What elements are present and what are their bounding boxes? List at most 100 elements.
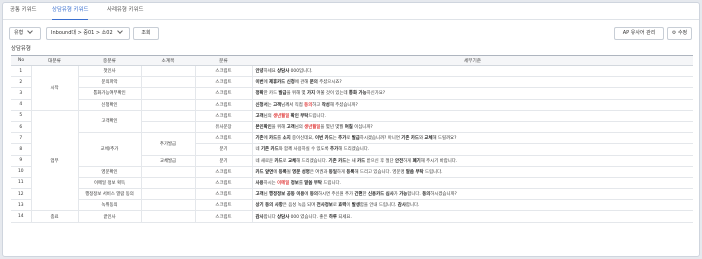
- detail-text: 합니다.: [407, 192, 423, 198]
- tab-case-type-keyword[interactable]: 사례유형 키워드: [107, 6, 143, 20]
- table-row[interactable]: 1 시작 첫인사 스크립트 안녕하세요 상담사 000입니다.: [11, 65, 693, 111]
- classification: 스크립트: [194, 199, 253, 212]
- keyword: 전사정보: [316, 203, 333, 209]
- keyword: 기존 카드: [260, 147, 279, 153]
- detail-criteria: 사용하시는 이메일 정보를 말씀 부탁 드립니다.: [252, 177, 693, 190]
- mid-category: 통화가능여부확인: [77, 87, 142, 100]
- detail-criteria: 안녕하세요 상담사 000입니다.: [252, 65, 693, 78]
- detail-text: 000 였습니다. 좋은: [289, 214, 329, 220]
- detail-text: 해 드릴까요?: [432, 136, 457, 142]
- edit-button[interactable]: ⚙ 수정: [667, 27, 692, 40]
- classification: 스크립트: [194, 87, 253, 100]
- detail-text: 드립니다.: [321, 180, 341, 186]
- keyword: 등록: [278, 169, 287, 175]
- detail-text: 는 새: [346, 158, 358, 164]
- detail-text: 하세요: [263, 69, 278, 75]
- table-row[interactable]: 7 교체/추가 추가발급 스크립트 기존에 카드를 소지 중이신데요, 이번 카드는 추…: [11, 132, 693, 167]
- detail-text: 합니다: [263, 214, 278, 220]
- keyword: 고객: [273, 102, 282, 108]
- keyword: 영문 성명: [292, 169, 310, 175]
- sub-category: 교체발급: [140, 155, 196, 167]
- classification: 스크립트: [194, 65, 253, 78]
- detail-text: 하시는: [263, 180, 278, 186]
- classification: 분기: [194, 155, 253, 167]
- sub-category: [140, 166, 196, 178]
- mid-category: 녹취동의: [77, 199, 142, 212]
- keyword: 발급: [351, 136, 360, 142]
- col-header-class: 분류: [195, 55, 252, 66]
- sub-category: [140, 199, 196, 212]
- keyword: 발급: [278, 91, 287, 97]
- detail-criteria: 고객님 행정정보 공동 이용에 동의하시면 주신원 추가 간편한 신용카드 심사…: [252, 188, 693, 201]
- keyword-table: No 대분류 중분류 소계목 분류 세부기준 1 시작 첫인사 스크립트 안녕하세요 상…: [11, 55, 693, 223]
- keyword: 간편: [354, 192, 363, 198]
- keyword: 가지: [306, 91, 316, 97]
- detail-criteria: 신청서는 고객님께서 직접 동의하고 작성해 주셨습니까?: [252, 99, 693, 111]
- window: 공통 키워드 상담유형 키워드 사례유형 키워드 유형 Inbound대 > 중…: [2, 2, 700, 257]
- chevron-down-icon: [27, 28, 34, 34]
- keyword: 상담사: [277, 69, 290, 75]
- table-row[interactable]: 2 문의파악 스크립트 이번에 제휴카드 신청에 관해 문의 주셨으시죠?: [11, 76, 693, 89]
- detail-criteria: 고객님의 생년월일 확인 부탁드립니다.: [252, 110, 693, 122]
- row-no: 11: [11, 177, 31, 190]
- keyword: 상담사: [277, 214, 290, 220]
- keyword: 기존: [255, 136, 264, 142]
- highlight-keyword: 생년월일: [273, 113, 290, 119]
- keyword: 카드: [274, 158, 283, 164]
- table-row[interactable]: 5 업무 고객확인 스크립트 고객님의 생년월일 확인 부탁드립니다.: [11, 110, 693, 212]
- keyword: 며칠: [344, 125, 353, 131]
- detail-text: 님께서 직접: [281, 102, 305, 108]
- type-select[interactable]: 유형: [9, 27, 41, 40]
- detail-text: 받으신 후 절단: [365, 158, 396, 164]
- mid-category: 문의파악: [77, 76, 142, 89]
- detail-text: 드립니다.: [308, 113, 326, 119]
- keyword: 정확: [255, 91, 264, 97]
- keyword: 교체: [287, 158, 297, 164]
- mid-category: 행정정보 서비스 열람 동의: [77, 188, 142, 201]
- table-row[interactable]: 14 종료 끝인사 스크립트 감사합니다 상담사 000 였습니다. 좋은 하루 되세요…: [11, 210, 693, 223]
- major-category: 종료: [30, 210, 79, 223]
- ap-synonym-manage-button[interactable]: AP 유사어 관리: [614, 27, 664, 40]
- row-no: 4: [11, 99, 31, 111]
- tab-consult-type-keyword[interactable]: 상담유형 키워드: [52, 6, 89, 20]
- keyword: 기존 카드: [328, 158, 347, 164]
- tab-common-keyword[interactable]: 공통 키워드: [10, 6, 37, 20]
- keyword: 통화 가능: [348, 91, 367, 97]
- keyword: 폐기: [412, 158, 421, 164]
- col-header-no: No: [11, 55, 31, 66]
- search-button[interactable]: 조회: [133, 27, 159, 40]
- row-no: 13: [11, 199, 31, 212]
- category-select[interactable]: Inbound대 > 중01 > 소02: [46, 27, 130, 40]
- detail-text: 함을 안내 드립니다.: [359, 203, 398, 209]
- keyword: 카드: [269, 136, 278, 142]
- table-row[interactable]: 3 통화가능여부확인 스크립트 정확한 카드 발급을 위해 몇 가지 여쭐 것이 있는…: [11, 87, 693, 100]
- keyword: 본인확인: [255, 125, 272, 131]
- table-row[interactable]: 4 신청확인 스크립트 신청서는 고객님께서 직접 동의하고 작성해 주셨습니까?: [11, 99, 693, 111]
- classification: 스크립트: [194, 76, 253, 89]
- detail-text: 님의: [263, 113, 274, 119]
- row-no: 2: [11, 76, 31, 89]
- keyword: 카드 앞면: [255, 169, 274, 175]
- table-row[interactable]: 10 영문확인 스크립트 카드 앞면에 등록될 영문 성명은 여권과 동일하게 등록해…: [11, 166, 693, 178]
- mid-category: 첫인사: [77, 65, 142, 78]
- detail-text: 에 관해: [294, 80, 310, 86]
- sub-category: [140, 76, 196, 89]
- table-row[interactable]: 12 행정정보 서비스 열람 동의 스크립트 고객님 행정정보 공동 이용에 동의하시…: [11, 188, 693, 201]
- detail-criteria: 감사합니다 상담사 000 였습니다. 좋은 하루 되세요.: [252, 210, 693, 223]
- keyword: 추가: [330, 147, 339, 153]
- classification: 스크립트: [194, 188, 253, 201]
- detail-text: 하시겠습니까? 아니면: [359, 136, 402, 142]
- table-row[interactable]: 11 이메일 정보 획득 스크립트 사용하시는 이메일 정보를 말씀 부탁 드립니다.: [11, 177, 693, 190]
- mid-category: 교체/추가: [77, 132, 142, 167]
- detail-text: 님의: [294, 125, 305, 131]
- table-body: 1 시작 첫인사 스크립트 안녕하세요 상담사 000입니다. 2 문의파악 스크립트 이번에 …: [11, 65, 693, 223]
- sub-category: [140, 177, 196, 190]
- keyword: 교체: [424, 136, 433, 142]
- section-title: 상담유형: [11, 46, 31, 52]
- keyword: 발생: [351, 203, 360, 209]
- detail-criteria: 네 새로운 카드로 교체해 드리겠습니다. 기존 카드는 새 카드 받으신 후 …: [252, 155, 693, 167]
- detail-text: 네 새로운: [255, 158, 275, 164]
- table-row[interactable]: 13 녹취동의 스크립트 상기 동의 사항은 음성 녹음 되며 전사정보로 효력이 발…: [11, 199, 693, 212]
- keyword: 상기 동의 사항: [255, 203, 283, 209]
- detail-text: 을 위해 몇: [286, 91, 307, 97]
